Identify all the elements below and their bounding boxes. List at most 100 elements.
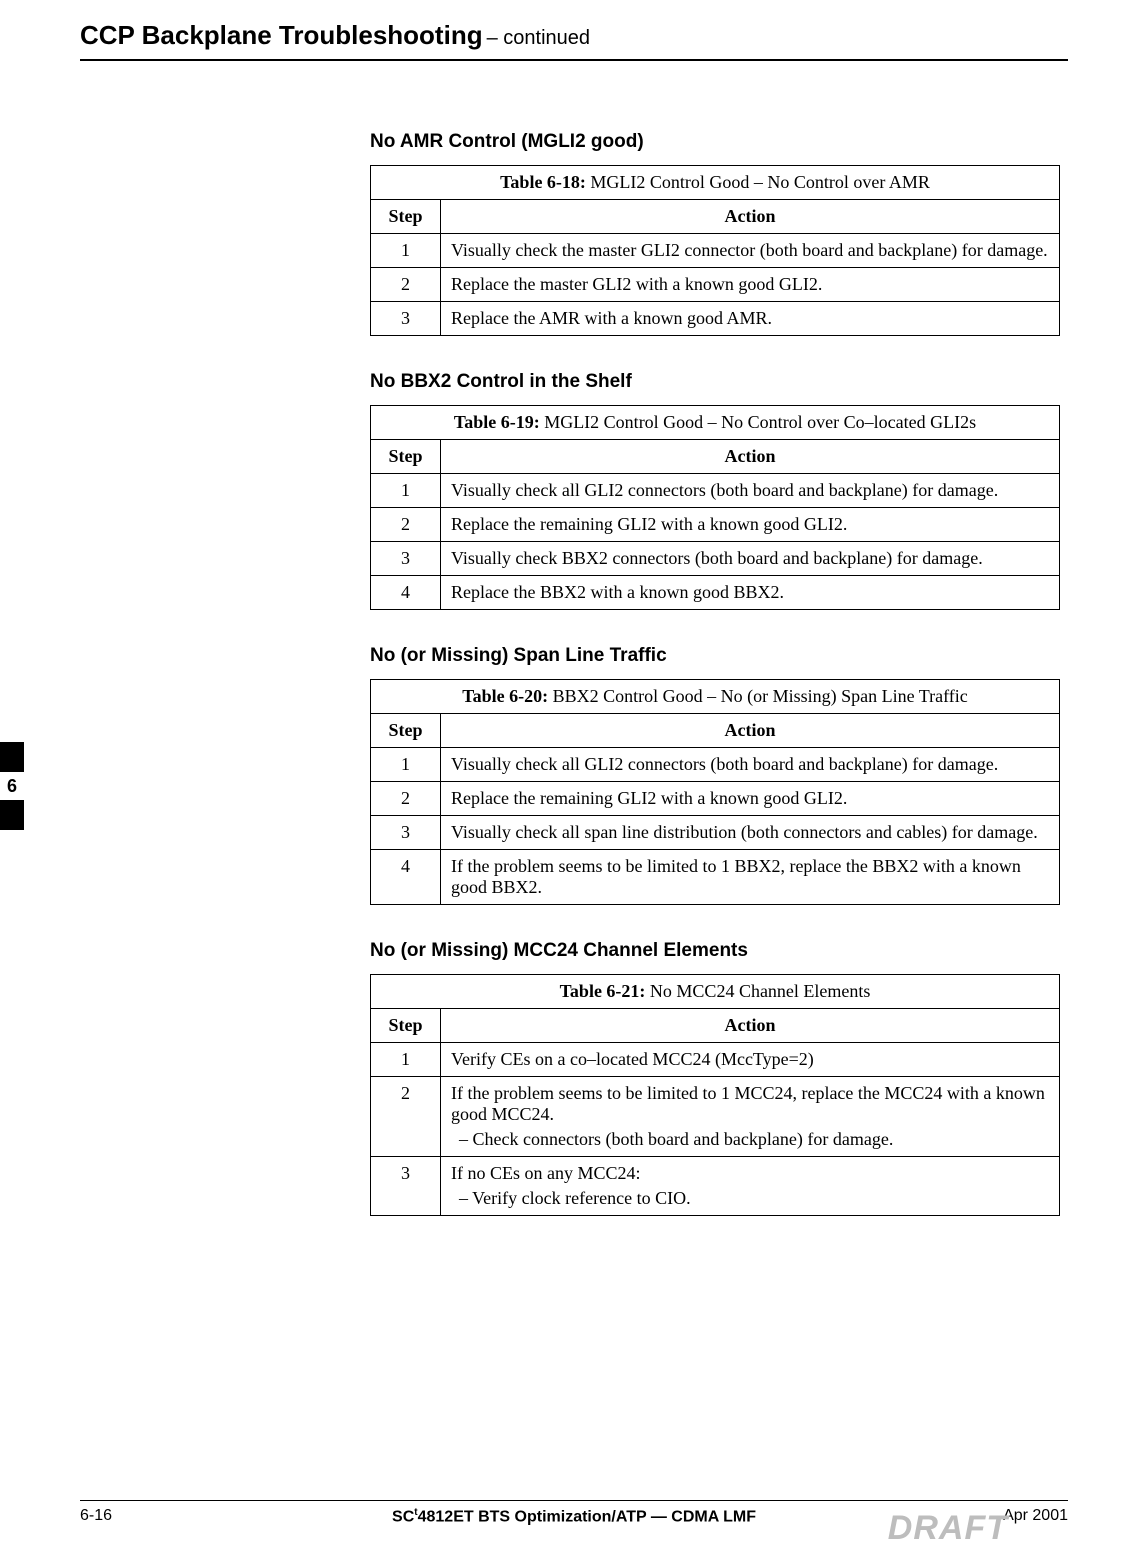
- action-main: If no CEs on any MCC24:: [451, 1163, 1049, 1184]
- column-header-action: Action: [441, 1009, 1060, 1043]
- action-main: Replace the BBX2 with a known good BBX2.: [451, 582, 1049, 603]
- column-header-action: Action: [441, 440, 1060, 474]
- draft-watermark: DRAFT: [888, 1509, 1008, 1548]
- table-label: Table 6-18:: [500, 172, 586, 192]
- step-number: 2: [371, 782, 441, 816]
- step-number: 3: [371, 542, 441, 576]
- step-number: 1: [371, 234, 441, 268]
- action-text: Visually check the master GLI2 connector…: [441, 234, 1060, 268]
- action-subitem: – Verify clock reference to CIO.: [451, 1188, 1049, 1209]
- action-main: If the problem seems to be limited to 1 …: [451, 1083, 1049, 1125]
- section: No (or Missing) MCC24 Channel Elements Ta…: [370, 940, 1068, 1216]
- step-number: 1: [371, 1043, 441, 1077]
- section-heading: No (or Missing) Span Line Traffic: [370, 645, 1068, 667]
- step-number: 3: [371, 302, 441, 336]
- action-text: If no CEs on any MCC24: – Verify clock re…: [441, 1157, 1060, 1216]
- action-text: Replace the remaining GLI2 with a known …: [441, 508, 1060, 542]
- table-title: Table 6-19: MGLI2 Control Good – No Cont…: [371, 406, 1060, 440]
- action-main: Visually check BBX2 connectors (both boa…: [451, 548, 1049, 569]
- action-main: Visually check all GLI2 connectors (both…: [451, 754, 1049, 775]
- page-title-continued: – continued: [487, 27, 590, 49]
- table-caption: MGLI2 Control Good – No Control over AMR: [586, 172, 930, 192]
- step-number: 1: [371, 474, 441, 508]
- table-label: Table 6-21:: [560, 981, 646, 1001]
- action-text: Replace the master GLI2 with a known goo…: [441, 268, 1060, 302]
- table-caption: MGLI2 Control Good – No Control over Co–…: [540, 412, 976, 432]
- footer-pre: SC: [392, 1508, 414, 1525]
- step-number: 2: [371, 1077, 441, 1157]
- table-title: Table 6-18: MGLI2 Control Good – No Cont…: [371, 166, 1060, 200]
- action-main: Visually check all span line distributio…: [451, 822, 1049, 843]
- action-main: Visually check all GLI2 connectors (both…: [451, 480, 1049, 501]
- column-header-action: Action: [441, 714, 1060, 748]
- table-row: 4 Replace the BBX2 with a known good BBX2…: [371, 576, 1060, 610]
- table-label: Table 6-20:: [462, 686, 548, 706]
- table-title: Table 6-20: BBX2 Control Good – No (or M…: [371, 680, 1060, 714]
- table-row: 3 If no CEs on any MCC24: – Verify clock r…: [371, 1157, 1060, 1216]
- troubleshooting-table: Table 6-18: MGLI2 Control Good – No Cont…: [370, 165, 1060, 336]
- action-main: Visually check the master GLI2 connector…: [451, 240, 1049, 261]
- table-row: 3 Visually check all span line distributi…: [371, 816, 1060, 850]
- action-text: Visually check all GLI2 connectors (both…: [441, 474, 1060, 508]
- action-main: Replace the remaining GLI2 with a known …: [451, 514, 1049, 535]
- section: No (or Missing) Span Line Traffic Table 6…: [370, 645, 1068, 905]
- action-main: If the problem seems to be limited to 1 …: [451, 856, 1049, 898]
- action-main: Verify CEs on a co–located MCC24 (MccTyp…: [451, 1049, 1049, 1070]
- table-caption: No MCC24 Channel Elements: [645, 981, 870, 1001]
- table-caption: BBX2 Control Good – No (or Missing) Span…: [548, 686, 968, 706]
- action-text: Replace the BBX2 with a known good BBX2.: [441, 576, 1060, 610]
- column-header-step: Step: [371, 440, 441, 474]
- section: No BBX2 Control in the Shelf Table 6-19: …: [370, 371, 1068, 610]
- footer-page-number: 6-16: [80, 1507, 200, 1525]
- table-label: Table 6-19:: [454, 412, 540, 432]
- table-row: 1 Visually check all GLI2 connectors (bot…: [371, 474, 1060, 508]
- action-text: If the problem seems to be limited to 1 …: [441, 1077, 1060, 1157]
- action-text: If the problem seems to be limited to 1 …: [441, 850, 1060, 905]
- column-header-action: Action: [441, 200, 1060, 234]
- section-heading: No (or Missing) MCC24 Channel Elements: [370, 940, 1068, 962]
- footer-title: SCt4812ET BTS Optimization/ATP — CDMA LM…: [200, 1507, 948, 1526]
- action-text: Replace the remaining GLI2 with a known …: [441, 782, 1060, 816]
- table-row: 2 Replace the remaining GLI2 with a known…: [371, 782, 1060, 816]
- action-text: Visually check BBX2 connectors (both boa…: [441, 542, 1060, 576]
- step-number: 1: [371, 748, 441, 782]
- footer-post: 4812ET BTS Optimization/ATP — CDMA LMF: [418, 1508, 756, 1525]
- tab-block-top: [0, 742, 24, 772]
- action-text: Visually check all GLI2 connectors (both…: [441, 748, 1060, 782]
- table-row: 3 Replace the AMR with a known good AMR.: [371, 302, 1060, 336]
- troubleshooting-table: Table 6-21: No MCC24 Channel ElementsSte…: [370, 974, 1060, 1216]
- chapter-tab: 6: [0, 742, 24, 830]
- action-main: Replace the remaining GLI2 with a known …: [451, 788, 1049, 809]
- step-number: 4: [371, 576, 441, 610]
- step-number: 3: [371, 816, 441, 850]
- action-text: Verify CEs on a co–located MCC24 (MccTyp…: [441, 1043, 1060, 1077]
- step-number: 4: [371, 850, 441, 905]
- table-title: Table 6-21: No MCC24 Channel Elements: [371, 975, 1060, 1009]
- table-row: 1 Visually check all GLI2 connectors (bot…: [371, 748, 1060, 782]
- page-header: CCP Backplane Troubleshooting – continue…: [80, 20, 1068, 61]
- section: No AMR Control (MGLI2 good) Table 6-18: M…: [370, 131, 1068, 336]
- table-row: 4If the problem seems to be limited to 1…: [371, 850, 1060, 905]
- table-row: 1 Verify CEs on a co–located MCC24 (MccTy…: [371, 1043, 1060, 1077]
- tab-number: 6: [0, 772, 24, 800]
- action-main: Replace the AMR with a known good AMR.: [451, 308, 1049, 329]
- tab-block-bottom: [0, 800, 24, 830]
- section-heading: No AMR Control (MGLI2 good): [370, 131, 1068, 153]
- column-header-step: Step: [371, 200, 441, 234]
- table-row: 1 Visually check the master GLI2 connecto…: [371, 234, 1060, 268]
- action-text: Replace the AMR with a known good AMR.: [441, 302, 1060, 336]
- table-row: 2 Replace the master GLI2 with a known go…: [371, 268, 1060, 302]
- column-header-step: Step: [371, 1009, 441, 1043]
- page-title: CCP Backplane Troubleshooting: [80, 20, 483, 50]
- troubleshooting-table: Table 6-20: BBX2 Control Good – No (or M…: [370, 679, 1060, 905]
- step-number: 3: [371, 1157, 441, 1216]
- step-number: 2: [371, 268, 441, 302]
- action-subitem: – Check connectors (both board and backp…: [451, 1129, 1049, 1150]
- section-heading: No BBX2 Control in the Shelf: [370, 371, 1068, 393]
- table-row: 2If the problem seems to be limited to 1…: [371, 1077, 1060, 1157]
- column-header-step: Step: [371, 714, 441, 748]
- table-row: 3 Visually check BBX2 connectors (both bo…: [371, 542, 1060, 576]
- troubleshooting-table: Table 6-19: MGLI2 Control Good – No Cont…: [370, 405, 1060, 610]
- step-number: 2: [371, 508, 441, 542]
- action-main: Replace the master GLI2 with a known goo…: [451, 274, 1049, 295]
